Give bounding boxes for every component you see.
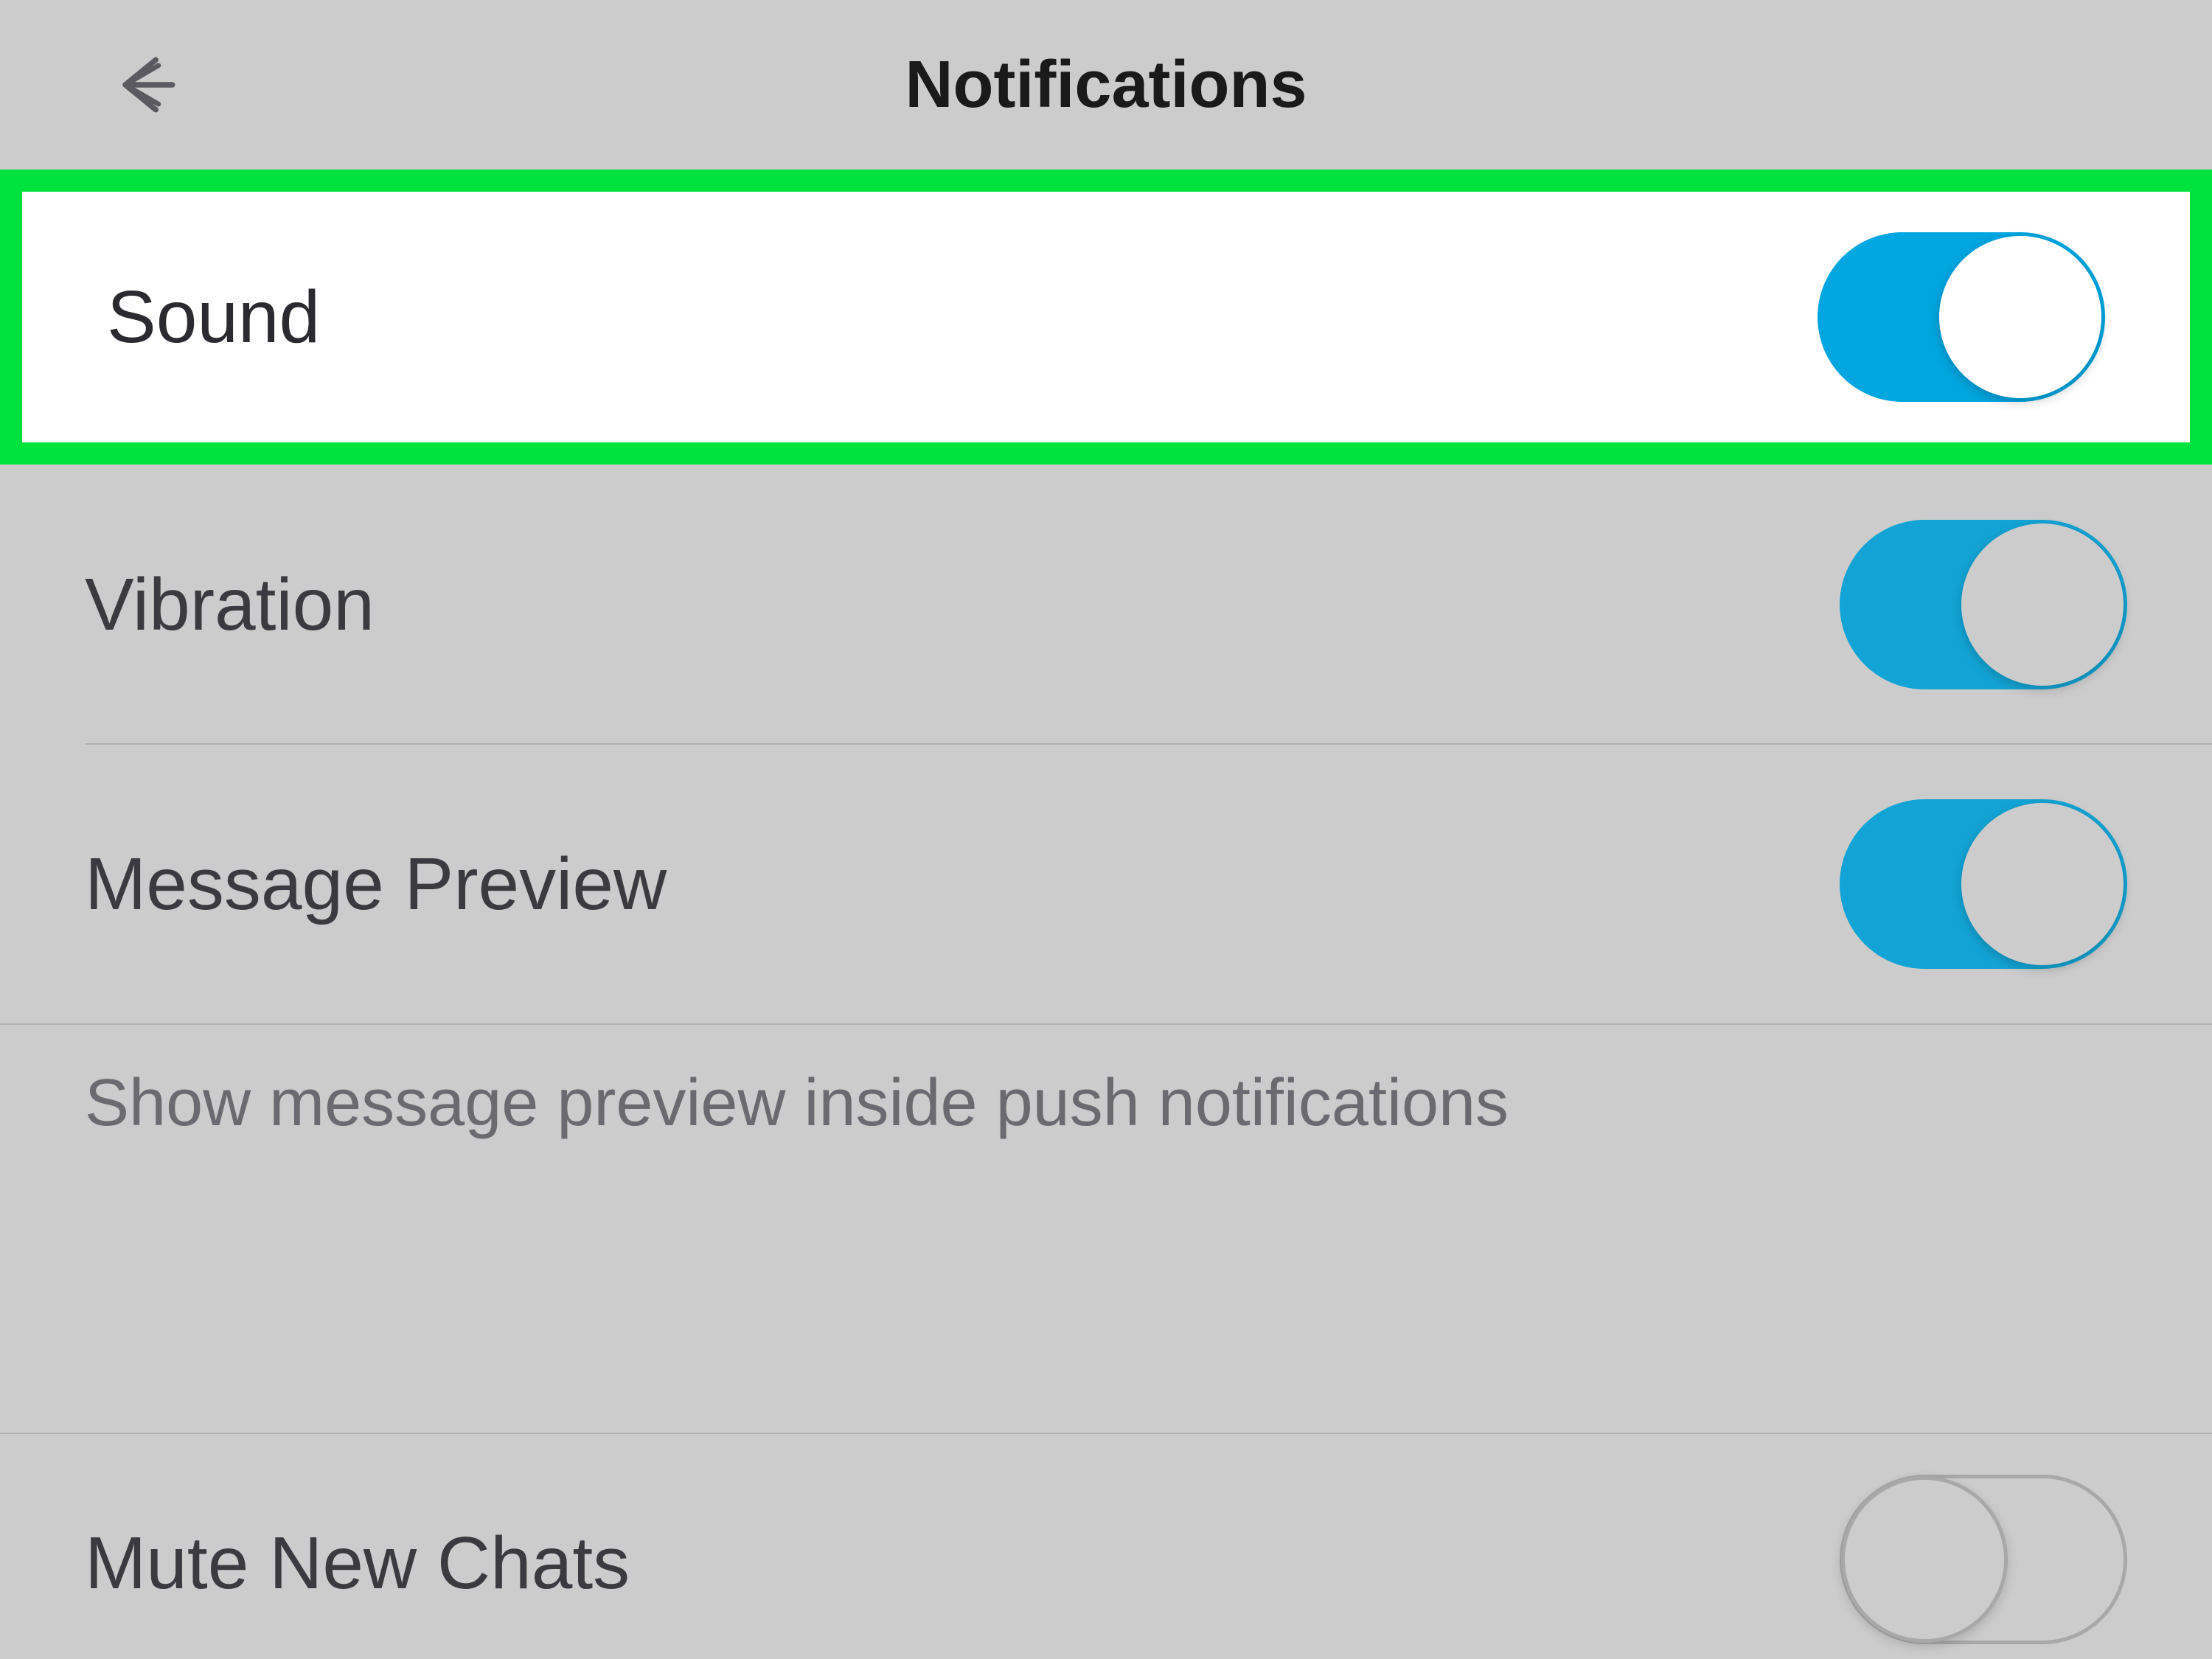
toggle-knob [1939, 236, 2101, 398]
message-preview-description: Show message preview inside push notific… [0, 1025, 2212, 1434]
message-preview-label: Message Preview [85, 842, 667, 927]
sound-row-highlight: Sound [0, 170, 2212, 465]
page-title: Notifications [905, 47, 1307, 123]
vibration-label: Vibration [85, 563, 375, 647]
vibration-toggle[interactable] [1840, 520, 2127, 689]
mute-new-chats-label: Mute New Chats [85, 1521, 630, 1606]
toggle-knob [1961, 803, 2124, 965]
back-button[interactable] [114, 52, 181, 118]
back-arrow-icon [114, 52, 181, 118]
mute-new-chats-row[interactable]: Mute New Chats [0, 1434, 2212, 1648]
page-header: Notifications [0, 0, 2212, 170]
mute-new-chats-toggle[interactable] [1840, 1475, 2127, 1644]
message-preview-toggle[interactable] [1840, 799, 2127, 969]
toggle-knob [1841, 1476, 2008, 1643]
settings-screen: Notifications Sound Vibration Message Pr… [0, 0, 2212, 1659]
message-preview-row[interactable]: Message Preview [0, 745, 2212, 1025]
sound-row[interactable]: Sound [22, 192, 2190, 442]
vibration-row[interactable]: Vibration [0, 465, 2212, 745]
sound-toggle[interactable] [1818, 232, 2105, 402]
toggle-knob [1961, 524, 2124, 686]
sound-label: Sound [107, 275, 320, 360]
